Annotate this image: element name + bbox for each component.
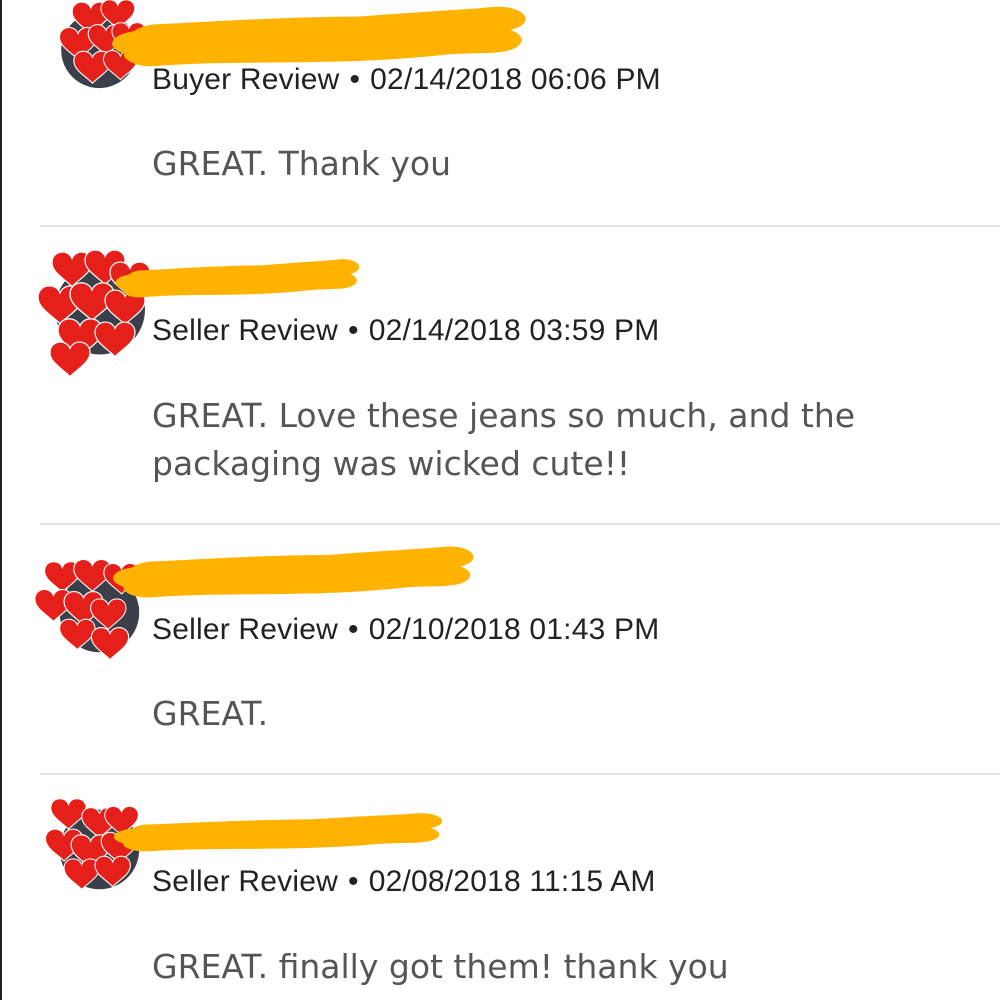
marker-stroke xyxy=(113,813,443,852)
marker-stroke xyxy=(115,259,360,298)
review-comment: GREAT. Love these jeans so much, and the… xyxy=(152,396,856,483)
divider xyxy=(40,773,1000,775)
divider xyxy=(40,225,1000,227)
review-datetime: 02/14/2018 03:59 PM xyxy=(368,314,660,347)
meta-separator: • xyxy=(349,63,361,96)
heart-icon xyxy=(49,341,91,378)
review-comment: GREAT. xyxy=(152,694,269,733)
left-border xyxy=(0,0,2,1000)
review-datetime: 02/10/2018 01:43 PM xyxy=(368,613,660,646)
review-type: Buyer Review xyxy=(152,63,340,96)
meta-separator: • xyxy=(348,613,359,646)
marker-stroke xyxy=(113,546,474,598)
redacted-username-icon xyxy=(113,812,443,857)
divider xyxy=(40,523,1000,525)
meta-separator: • xyxy=(348,865,359,898)
review-type: Seller Review xyxy=(152,613,338,646)
review-meta: Buyer Review • 02/14/2018 06:06 PM xyxy=(152,63,661,97)
review-meta: Seller Review • 02/10/2018 01:43 PM xyxy=(152,613,659,647)
review-type: Seller Review xyxy=(152,865,338,898)
heart-icon xyxy=(90,627,130,661)
redacted-username-icon xyxy=(115,258,360,303)
review-meta: Seller Review • 02/08/2018 11:15 AM xyxy=(152,865,656,899)
review-type: Seller Review xyxy=(152,314,338,347)
review-datetime: 02/14/2018 06:06 PM xyxy=(370,63,661,96)
review-datetime: 02/08/2018 11:15 AM xyxy=(368,865,656,898)
redacted-username-icon xyxy=(113,545,474,605)
review-comment: GREAT. Thank you xyxy=(152,144,452,183)
review-comment: GREAT. finally got them! thank you xyxy=(152,947,729,986)
review-meta: Seller Review • 02/14/2018 03:59 PM xyxy=(152,314,659,348)
meta-separator: • xyxy=(348,314,359,347)
marker-stroke xyxy=(112,6,526,67)
